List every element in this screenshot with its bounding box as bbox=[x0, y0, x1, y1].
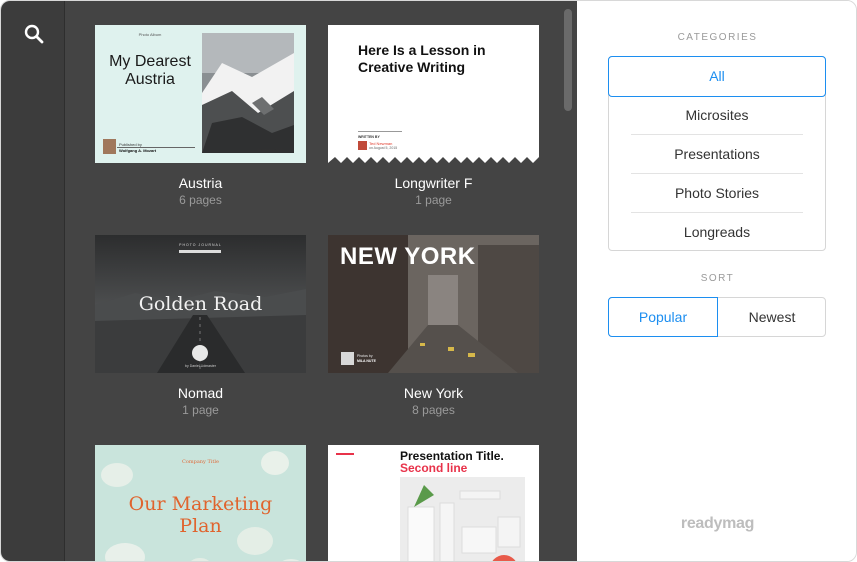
thumb-logo-mark bbox=[336, 453, 354, 455]
author-avatar bbox=[358, 141, 367, 150]
sort-popular-button[interactable]: Popular bbox=[608, 297, 718, 337]
gallery-scrollbar[interactable] bbox=[564, 9, 572, 111]
brand-logo: readymag bbox=[680, 515, 755, 532]
category-presentations[interactable]: Presentations bbox=[609, 135, 825, 174]
app-window: Photo Album My Dearest Austria Published… bbox=[0, 0, 857, 562]
card-title: New York bbox=[403, 385, 464, 401]
category-list: All Microsites Presentations Photo Stori… bbox=[608, 56, 826, 251]
card-thumbnail[interactable]: Here Is a Lesson in Creative Writing WRI… bbox=[328, 25, 539, 163]
thumb-kicker: PHOTO JOURNAL bbox=[179, 243, 222, 247]
byline-divider bbox=[117, 147, 195, 148]
template-card-longwriter[interactable]: Here Is a Lesson in Creative Writing WRI… bbox=[328, 25, 539, 215]
card-page-count: 8 pages bbox=[412, 403, 455, 417]
author-avatar bbox=[192, 345, 208, 361]
thumb-byline-name: Wolfgang A. Mozart bbox=[119, 148, 157, 153]
category-microsites[interactable]: Microsites bbox=[609, 96, 825, 135]
left-rail bbox=[1, 1, 65, 561]
template-card-new-york[interactable]: NEW YORK Photos by MILA NUTE New York 8 … bbox=[328, 235, 539, 425]
cosmetics-photo bbox=[400, 477, 525, 561]
thumb-credit: by Daniel Lidmaster bbox=[185, 364, 216, 368]
card-page-count: 6 pages bbox=[179, 193, 222, 207]
card-title: Longwriter F bbox=[394, 175, 473, 191]
card-thumbnail[interactable]: Company Title Our Marketing Plan bbox=[95, 445, 306, 561]
sort-toggle: Popular Newest bbox=[608, 297, 826, 337]
search-icon[interactable] bbox=[22, 22, 46, 46]
thumb-headline: NEW YORK bbox=[340, 243, 476, 270]
card-thumbnail[interactable]: NEW YORK Photos by MILA NUTE bbox=[328, 235, 539, 373]
author-avatar bbox=[103, 139, 116, 154]
thumb-subhead: Second line bbox=[400, 461, 468, 475]
thumb-kicker: WRITTEN BY bbox=[358, 135, 380, 139]
thumb-kicker: Photo Album bbox=[138, 32, 162, 37]
template-gallery: Photo Album My Dearest Austria Published… bbox=[65, 1, 577, 561]
card-page-count: 1 page bbox=[182, 403, 219, 417]
template-card-marketing-plan[interactable]: Company Title Our Marketing Plan bbox=[95, 445, 306, 561]
thumb-byline-name: MILA NUTE bbox=[357, 359, 376, 363]
template-card-austria[interactable]: Photo Album My Dearest Austria Published… bbox=[95, 25, 306, 215]
category-longreads[interactable]: Longreads bbox=[609, 213, 825, 252]
thumb-byline-top: Photos by bbox=[357, 354, 373, 358]
thumb-date: September 2015 bbox=[257, 148, 283, 152]
sort-newest-button[interactable]: Newest bbox=[718, 298, 826, 336]
thumb-nav-bar bbox=[179, 250, 221, 253]
card-thumbnail[interactable]: Photo Album My Dearest Austria Published… bbox=[95, 25, 306, 163]
category-all[interactable]: All bbox=[608, 56, 826, 97]
card-title: Nomad bbox=[177, 385, 224, 401]
sort-label: SORT bbox=[700, 273, 735, 284]
card-thumbnail[interactable]: PHOTO JOURNAL Golden Road by Daniel Lidm… bbox=[95, 235, 306, 373]
card-title: Austria bbox=[178, 175, 223, 191]
thumb-headline: Our Marketing Plan bbox=[128, 493, 273, 537]
card-thumbnail[interactable]: Presentation Title. Second line bbox=[328, 445, 539, 561]
mountain-photo bbox=[202, 33, 294, 153]
author-avatar bbox=[341, 352, 354, 365]
template-card-nomad[interactable]: PHOTO JOURNAL Golden Road by Daniel Lidm… bbox=[95, 235, 306, 425]
categories-label: CATEGORIES bbox=[677, 32, 758, 43]
filter-panel: CATEGORIES All Microsites Presentations … bbox=[577, 1, 856, 561]
thumb-headline: My Dearest Austria bbox=[109, 53, 191, 88]
thumb-date: on August 5, 2015 bbox=[369, 146, 398, 150]
thumb-headline: Golden Road bbox=[138, 293, 263, 315]
thumb-headline: Here Is a Lesson in Creative Writing bbox=[358, 42, 486, 75]
card-page-count: 1 page bbox=[415, 193, 452, 207]
byline-divider bbox=[358, 131, 402, 132]
thumb-kicker: Company Title bbox=[182, 459, 219, 465]
category-photo-stories[interactable]: Photo Stories bbox=[609, 174, 825, 213]
template-card-presentation[interactable]: Presentation Title. Second line bbox=[328, 445, 539, 561]
